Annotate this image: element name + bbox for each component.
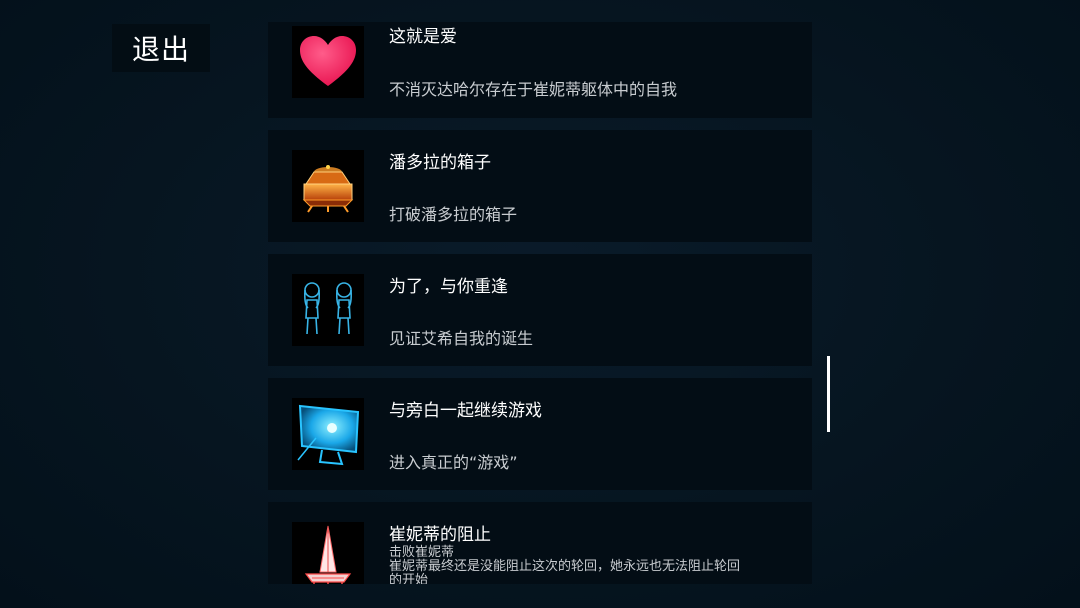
achievement-card[interactable]: 与旁白一起继续游戏 进入真正的“游戏” (268, 378, 812, 490)
description-line: 崔妮蒂最终还是没能阻止这次的轮回，她永远也无法阻止轮回 (389, 559, 741, 574)
achievement-list[interactable]: 这就是爱 不消灭达哈尔存在于崔妮蒂躯体中的自我 潘多拉的箱子 打破潘多拉的箱子 … (268, 0, 812, 584)
achievement-description: 击败崔妮蒂 崔妮蒂最终还是没能阻止这次的轮回，她永远也无法阻止轮回 的开始 (389, 545, 799, 585)
achievement-card[interactable]: 潘多拉的箱子 打破潘多拉的箱子 (268, 130, 812, 242)
achievement-description: 不消灭达哈尔存在于崔妮蒂躯体中的自我 (389, 80, 678, 99)
achievement-description: 见证艾希自我的诞生 (389, 329, 534, 348)
achievement-description: 进入真正的“游戏” (389, 453, 518, 472)
tower-icon (292, 522, 364, 584)
description-line: 击败崔妮蒂 (389, 545, 455, 560)
scrollbar-thumb[interactable] (827, 356, 830, 432)
achievement-card[interactable]: 为了，与你重逢 见证艾希自我的诞生 (268, 254, 812, 366)
achievement-title: 与旁白一起继续游戏 (389, 401, 542, 421)
exit-button[interactable]: 退出 (112, 24, 210, 72)
monitor-icon (292, 398, 364, 470)
achievement-title: 潘多拉的箱子 (389, 153, 491, 173)
achievement-card[interactable]: 崔妮蒂的阻止 击败崔妮蒂 崔妮蒂最终还是没能阻止这次的轮回，她永远也无法阻止轮回… (268, 502, 812, 584)
achievement-title: 为了，与你重逢 (389, 277, 508, 297)
heart-icon (292, 26, 364, 98)
pandora-box-icon (292, 150, 364, 222)
twin-figures-icon (292, 274, 364, 346)
achievement-title: 崔妮蒂的阻止 (389, 525, 491, 545)
achievement-description: 打破潘多拉的箱子 (389, 205, 518, 224)
achievement-card[interactable]: 这就是爱 不消灭达哈尔存在于崔妮蒂躯体中的自我 (268, 22, 812, 118)
description-line: 的开始 (389, 573, 429, 585)
achievement-title: 这就是爱 (389, 27, 457, 47)
